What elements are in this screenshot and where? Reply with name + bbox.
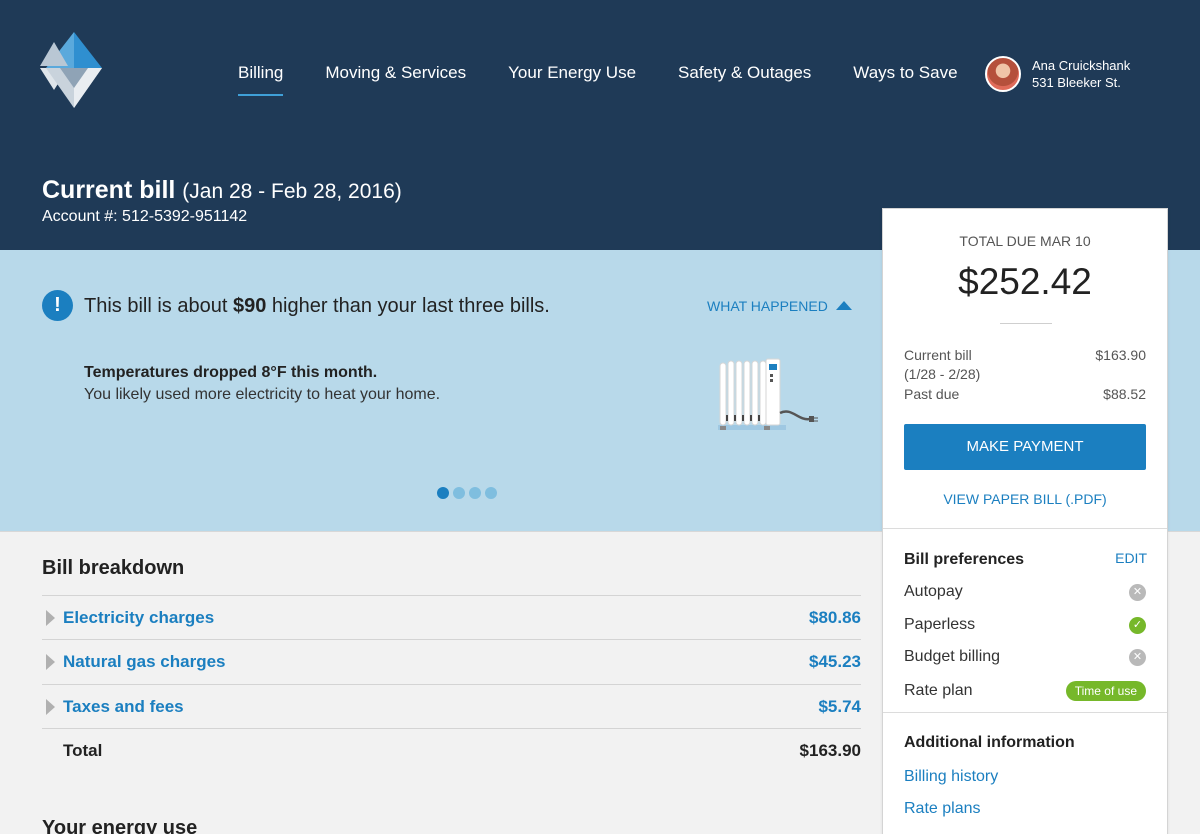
additional-info-title: Additional information [904, 734, 1075, 751]
carousel-dot[interactable] [453, 487, 465, 499]
breakdown-amount: $80.86 [809, 608, 861, 627]
account-number: Account #: 512-5392-951142 [42, 208, 248, 225]
rate-plan-badge: Time of use [1065, 681, 1146, 701]
main-nav: Billing Moving & Services Your Energy Us… [238, 63, 1000, 96]
breakdown-row-total: Total $163.90 [42, 728, 861, 772]
avatar[interactable] [985, 56, 1021, 92]
page-title: Current bill (Jan 28 - Feb 28, 2016) [42, 176, 402, 205]
exclamation-icon: ! [42, 290, 73, 321]
expand-triangle-icon [46, 654, 55, 670]
what-happened-label: WHAT HAPPENED [707, 298, 828, 314]
enabled-check-icon: ✓ [1129, 617, 1146, 634]
expand-triangle-icon [46, 610, 55, 626]
divider [883, 528, 1167, 529]
user-name: Ana Cruickshank [1032, 58, 1131, 73]
insight-detail: You likely used more electricity to heat… [84, 386, 441, 403]
pref-label: Paperless [904, 616, 976, 633]
bill-preferences-title: Bill preferences [904, 551, 1025, 568]
carousel-pagination [437, 487, 501, 499]
pref-paperless: Paperless ✓ [904, 616, 1146, 634]
carousel-dot[interactable] [469, 487, 481, 499]
bill-comparison-amount: $90 [232, 295, 267, 317]
nav-moving-services[interactable]: Moving & Services [325, 63, 466, 83]
billing-history-link[interactable]: Billing history [904, 768, 998, 786]
make-payment-button[interactable]: MAKE PAYMENT [904, 424, 1146, 470]
expand-triangle-icon [46, 699, 55, 715]
breakdown-amount: $5.74 [818, 697, 861, 716]
bill-comparison-message: This bill is about $90 higher than your … [84, 295, 550, 318]
nav-safety-outages[interactable]: Safety & Outages [678, 63, 811, 83]
bill-comparison-text-before: This bill is about [84, 295, 233, 317]
payment-summary-card: TOTAL DUE MAR 10 $252.42 Current bill (1… [882, 208, 1168, 834]
breakdown-label: Taxes and fees [63, 697, 184, 716]
past-due-value: $88.52 [1103, 386, 1146, 402]
carousel-dot[interactable] [485, 487, 497, 499]
total-label: Total [63, 741, 103, 760]
page-title-text: Current bill [42, 176, 176, 204]
total-due-label: TOTAL DUE MAR 10 [959, 233, 1091, 249]
bill-breakdown-title: Bill breakdown [42, 557, 185, 579]
what-happened-toggle[interactable]: WHAT HAPPENED [707, 298, 852, 314]
breakdown-label: Natural gas charges [63, 652, 226, 671]
current-bill-range: (1/28 - 2/28) [904, 366, 981, 382]
insight-headline: Temperatures dropped 8°F this month. [84, 364, 378, 381]
view-paper-bill-link[interactable]: VIEW PAPER BILL (.PDF) [883, 491, 1167, 507]
disabled-x-icon: ✕ [1129, 649, 1146, 666]
pref-budget-billing: Budget billing ✕ [904, 648, 1146, 666]
breakdown-row-taxes[interactable]: Taxes and fees $5.74 [42, 684, 861, 728]
rate-plans-link[interactable]: Rate plans [904, 800, 981, 818]
breakdown-row-natural-gas[interactable]: Natural gas charges $45.23 [42, 639, 861, 683]
breakdown-amount: $45.23 [809, 652, 861, 671]
pref-rate-plan: Rate plan Time of use [904, 681, 1146, 701]
breakdown-row-electricity[interactable]: Electricity charges $80.86 [42, 595, 861, 639]
breakdown-label: Electricity charges [63, 608, 215, 627]
pref-label: Budget billing [904, 648, 1001, 665]
carousel-dot[interactable] [437, 487, 449, 499]
nav-ways-to-save[interactable]: Ways to Save [853, 63, 957, 83]
nav-energy-use[interactable]: Your Energy Use [508, 63, 636, 83]
bill-period: (Jan 28 - Feb 28, 2016) [182, 180, 402, 203]
space-heater-illustration [718, 358, 818, 430]
edit-preferences-link[interactable]: EDIT [1115, 550, 1147, 566]
energy-use-title: Your energy use [42, 817, 198, 834]
nav-billing[interactable]: Billing [238, 63, 284, 96]
divider [883, 712, 1167, 713]
current-bill-value: $163.90 [1095, 347, 1146, 363]
current-bill-line: Current bill (1/28 - 2/28) $163.90 [904, 346, 1146, 384]
pref-label: Autopay [904, 583, 963, 600]
total-due-amount: $252.42 [958, 261, 1092, 302]
user-address: 531 Bleeker St. [1032, 75, 1121, 90]
company-logo[interactable] [40, 32, 104, 110]
total-amount: $163.90 [799, 741, 861, 760]
past-due-line: Past due $88.52 [904, 385, 1146, 404]
divider [1000, 323, 1052, 324]
caret-up-icon [835, 301, 852, 310]
pref-label: Rate plan [904, 682, 973, 699]
disabled-x-icon: ✕ [1129, 584, 1146, 601]
pref-autopay: Autopay ✕ [904, 583, 1146, 601]
user-menu[interactable]: Ana Cruickshank 531 Bleeker St. [985, 56, 1130, 92]
bill-comparison-text-after: higher than your last three bills. [266, 295, 550, 317]
